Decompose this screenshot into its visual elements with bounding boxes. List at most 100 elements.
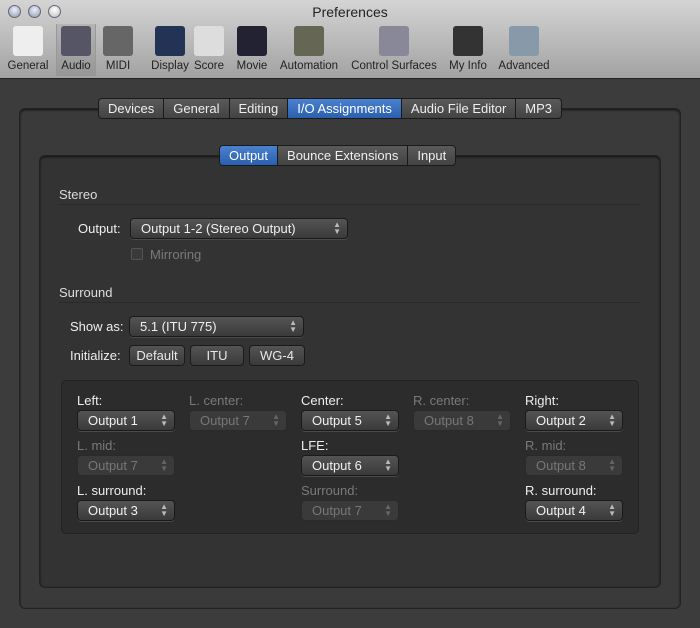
updown-arrows-icon: ▲ ▼: [272, 412, 280, 428]
l-center-label: L. center:: [189, 393, 244, 408]
updown-arrows-icon: ▲ ▼: [608, 502, 616, 518]
r-surround-label: R. surround:: [525, 483, 597, 498]
updown-arrows-icon: ▲ ▼: [496, 412, 504, 428]
r-center-output-popup: Output 8 ▲ ▼: [413, 410, 511, 431]
surround-output-popup: Output 7 ▲ ▼: [301, 500, 399, 521]
wg4-button[interactable]: WG-4: [249, 345, 305, 366]
tab-mp3[interactable]: MP3: [516, 99, 561, 118]
l-surround-label: L. surround:: [77, 483, 147, 498]
toolbar-item-movie[interactable]: Movie: [233, 24, 271, 76]
r-center-label: R. center:: [413, 393, 470, 408]
toolbar-item-label: MIDI: [105, 60, 131, 72]
updown-arrows-icon: ▲ ▼: [384, 412, 392, 428]
itu-button[interactable]: ITU: [190, 345, 244, 366]
toolbar-item-midi[interactable]: MIDI: [100, 24, 136, 76]
mirroring-label: Mirroring: [150, 247, 202, 262]
midi-connector-icon: [103, 26, 133, 56]
updown-arrows-icon: ▲ ▼: [160, 412, 168, 428]
tab-bar: Devices General Editing I/O Assignments Audi…: [98, 98, 563, 119]
toolbar-item-audio[interactable]: Audio: [56, 24, 96, 76]
toolbar-item-label: Movie: [236, 60, 268, 72]
mirroring-checkbox[interactable]: [131, 248, 143, 260]
tab-editing[interactable]: Editing: [230, 99, 289, 118]
toolbar-item-control-surfaces[interactable]: Control Surfaces: [348, 24, 440, 76]
toolbar-item-label: Automation: [279, 60, 339, 72]
toolbar-item-advanced[interactable]: Advanced: [495, 24, 553, 76]
popup-value: Output 7: [88, 458, 138, 473]
updown-arrows-icon: ▲ ▼: [160, 457, 168, 473]
left-output-popup[interactable]: Output 1 ▲ ▼: [77, 410, 175, 431]
tab-i-o-assignments[interactable]: I/O Assignments: [288, 99, 402, 118]
popup-value: Output 2: [536, 413, 586, 428]
toolbar-item-label: Control Surfaces: [351, 60, 437, 72]
lfe-label: LFE:: [301, 438, 329, 453]
toolbar-item-label: Audio: [61, 60, 91, 72]
l-mid-label: L. mid:: [77, 438, 117, 453]
gear-icon: [509, 26, 539, 56]
updown-arrows-icon: ▲ ▼: [384, 502, 392, 518]
switch-icon: [13, 26, 43, 56]
output-label: Output:: [78, 221, 121, 236]
r-mid-label: R. mid:: [525, 438, 567, 453]
toolbar: Preferences General Audio MIDI Display Score…: [0, 0, 700, 79]
window-title: Preferences: [312, 4, 388, 20]
popup-value: Output 7: [312, 503, 362, 518]
tab-input[interactable]: Input: [408, 146, 455, 165]
popup-value: Output 6: [312, 458, 362, 473]
default-button[interactable]: Default: [129, 345, 185, 366]
updown-arrows-icon: ▲ ▼: [384, 457, 392, 473]
divider: [59, 204, 641, 205]
divider: [59, 302, 641, 303]
right-label: Right:: [525, 393, 559, 408]
popup-value: Output 8: [424, 413, 474, 428]
clapperboard-icon: [237, 26, 267, 56]
subtab-bar: Output Bounce Extensions Input: [219, 145, 457, 166]
surround-heading: Surround: [59, 285, 113, 300]
faders-icon: [379, 26, 409, 56]
updown-arrows-icon: ▲ ▼: [608, 412, 616, 428]
updown-arrows-icon: ▲ ▼: [608, 457, 616, 473]
toolbar-item-automation[interactable]: Automation: [274, 24, 344, 76]
r-surround-output-popup[interactable]: Output 4 ▲ ▼: [525, 500, 623, 521]
automation-curve-icon: [294, 26, 324, 56]
monitor-icon: [155, 26, 185, 56]
popup-value: Output 1: [88, 413, 138, 428]
popup-value: Output 7: [200, 413, 250, 428]
popup-value: Output 3: [88, 503, 138, 518]
l-surround-output-popup[interactable]: Output 3 ▲ ▼: [77, 500, 175, 521]
right-output-popup[interactable]: Output 2 ▲ ▼: [525, 410, 623, 431]
l-center-output-popup: Output 7 ▲ ▼: [189, 410, 287, 431]
popup-value: Output 5: [312, 413, 362, 428]
left-label: Left:: [77, 393, 103, 408]
person-silhouette-icon: [453, 26, 483, 56]
music-notes-icon: [194, 26, 224, 56]
tab-audio-file-editor[interactable]: Audio File Editor: [402, 99, 517, 118]
popup-value: Output 4: [536, 503, 586, 518]
toolbar-item-label: Advanced: [498, 60, 550, 72]
toolbar-item-label: Score: [193, 60, 225, 72]
initialize-label: Initialize:: [70, 348, 121, 363]
center-output-popup[interactable]: Output 5 ▲ ▼: [301, 410, 399, 431]
waveform-icon: [61, 26, 91, 56]
toolbar-item-my-info[interactable]: My Info: [446, 24, 490, 76]
center-label: Center:: [301, 393, 344, 408]
tab-general[interactable]: General: [164, 99, 230, 118]
lfe-output-popup[interactable]: Output 6 ▲ ▼: [301, 455, 399, 476]
surround-label: Surround:: [301, 483, 359, 498]
updown-arrows-icon: ▲ ▼: [333, 220, 341, 236]
tab-devices[interactable]: Devices: [99, 99, 165, 118]
show-as-popup[interactable]: 5.1 (ITU 775) ▲ ▼: [129, 316, 304, 337]
l-mid-output-popup: Output 7 ▲ ▼: [77, 455, 175, 476]
updown-arrows-icon: ▲ ▼: [160, 502, 168, 518]
popup-value: Output 1-2 (Stereo Output): [141, 221, 296, 236]
tab-output[interactable]: Output: [220, 146, 279, 165]
tab-bounce-extensions[interactable]: Bounce Extensions: [278, 146, 409, 165]
updown-arrows-icon: ▲ ▼: [289, 318, 297, 334]
show-as-label: Show as:: [70, 319, 124, 334]
r-mid-output-popup: Output 8 ▲ ▼: [525, 455, 623, 476]
stereo-output-popup[interactable]: Output 1-2 (Stereo Output) ▲ ▼: [130, 218, 348, 239]
toolbar-item-score[interactable]: Score: [190, 24, 228, 76]
toolbar-item-general[interactable]: General: [6, 24, 50, 76]
stereo-heading: Stereo: [59, 187, 98, 202]
toolbar-item-label: General: [7, 60, 49, 72]
